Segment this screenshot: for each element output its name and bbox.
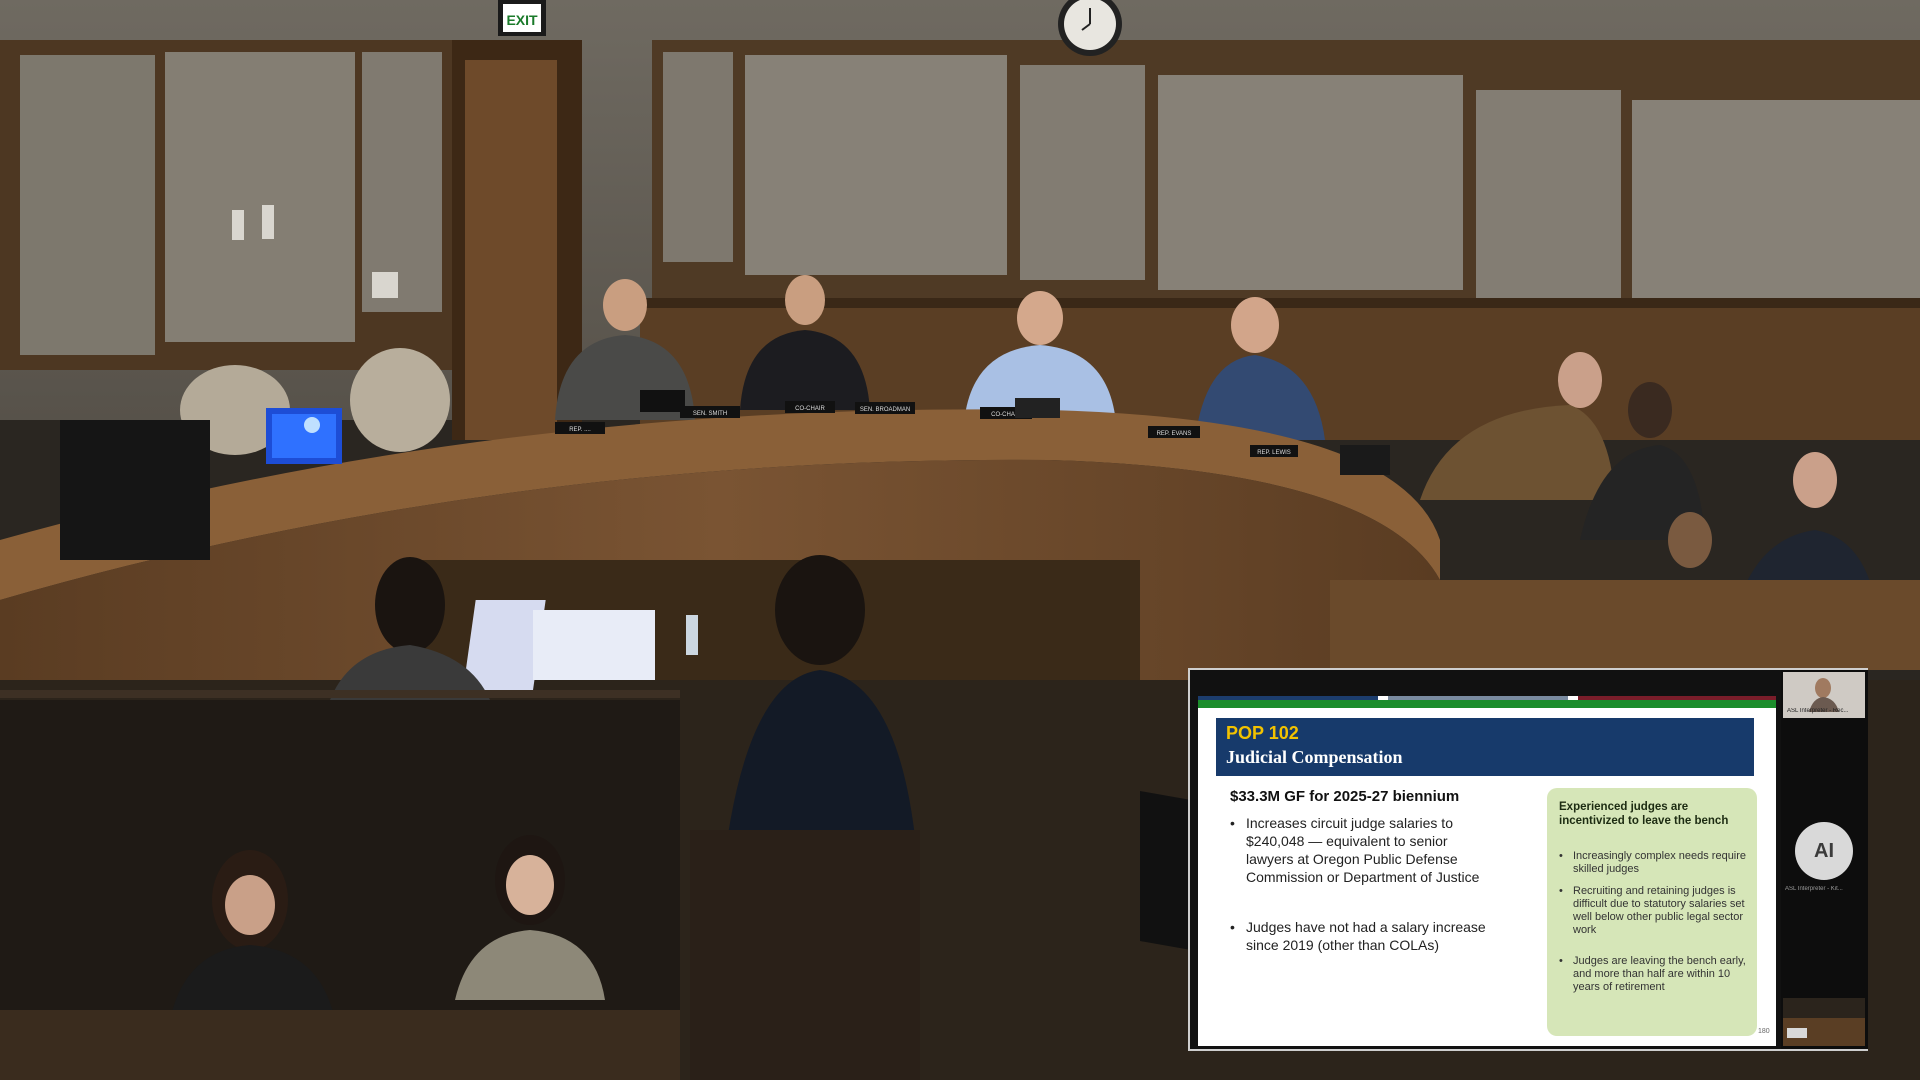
bullet-dot: • [1230, 815, 1235, 831]
nameplate: REP. LEWIS [1257, 450, 1291, 456]
bullet-dot: • [1559, 955, 1563, 967]
nameplate: REP. .... [569, 427, 591, 433]
bullet-dot: • [1559, 850, 1563, 862]
nameplate: SEN. BROADMAN [860, 407, 910, 413]
bullet-dot: • [1230, 919, 1235, 935]
participant-avatar[interactable]: AI [1795, 822, 1853, 880]
bullet-text: Judges have not had a salary increase si… [1246, 919, 1486, 953]
callout-text: Recruiting and retaining judges is diffi… [1573, 885, 1745, 936]
nameplate: SEN. SMITH [693, 411, 727, 417]
slide-bullet: • Judges have not had a salary increase … [1230, 918, 1490, 954]
interpreter-name: ASL Interpreter - Rec... [1787, 708, 1849, 714]
slide-header: POP 102 Judicial Compensation [1216, 718, 1754, 776]
exit-sign: EXIT [506, 12, 538, 28]
nameplate: REP. EVANS [1157, 431, 1192, 437]
callout-text: Judges are leaving the bench early, and … [1573, 955, 1746, 993]
slide-stripe [1578, 696, 1776, 700]
slide-page-number: 180 [1758, 1028, 1770, 1035]
callout-item: • Judges are leaving the bench early, an… [1559, 955, 1749, 994]
slide-stripe [1388, 696, 1568, 700]
slide-stripe [1198, 696, 1378, 700]
interpreter-video-tile[interactable]: ASL Interpreter - Rec... [1783, 672, 1865, 718]
callout-box: Experienced judges are incentivized to l… [1547, 788, 1757, 1036]
presentation-slide: POP 102 Judicial Compensation $33.3M GF … [1198, 696, 1776, 1046]
room-video [1783, 1018, 1865, 1046]
slide-bullet: • Increases circuit judge salaries to $2… [1230, 814, 1490, 886]
funding-heading: $33.3M GF for 2025-27 biennium [1230, 788, 1460, 805]
room-video-tile[interactable] [1783, 998, 1865, 1046]
callout-item: • Increasingly complex needs require ski… [1559, 850, 1749, 876]
slide-title: Judicial Compensation [1226, 747, 1403, 767]
hearing-video-frame: EXIT REP. .... SEN. SMITH CO-CHAIR SEN. … [0, 0, 1920, 1080]
callout-title: Experienced judges are incentivized to l… [1559, 801, 1729, 827]
bullet-dot: • [1559, 885, 1563, 897]
presentation-window: POP 102 Judicial Compensation $33.3M GF … [1188, 668, 1868, 1051]
bullet-text: Increases circuit judge salaries to $240… [1246, 815, 1480, 885]
nameplate: CO-CHAIR [795, 406, 825, 412]
callout-item: • Recruiting and retaining judges is dif… [1559, 885, 1749, 937]
callout-text: Increasingly complex needs require skill… [1573, 850, 1747, 875]
participant-name: ASL Interpreter - Kit... [1785, 886, 1843, 892]
pop-label: POP 102 [1226, 723, 1299, 743]
participant-panel: ASL Interpreter - Rec... AI ASL Interpre… [1781, 670, 1868, 1049]
slide-progress-bar [1198, 700, 1776, 708]
